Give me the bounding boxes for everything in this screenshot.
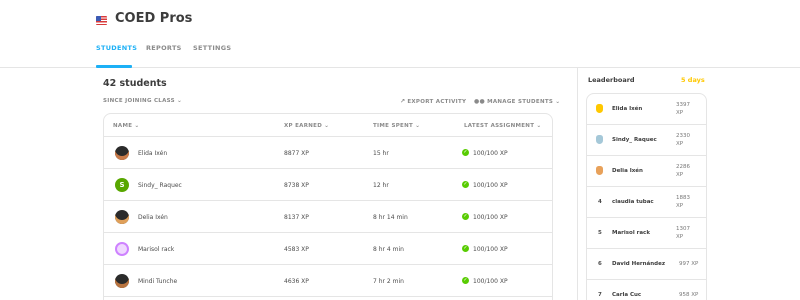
column-header-time[interactable]: TIME SPENT ⌄ xyxy=(373,123,420,129)
check-icon: ✓ xyxy=(462,245,469,252)
leaderboard-name: Sindy_ Raquec xyxy=(612,137,657,143)
gold-medal-icon xyxy=(596,104,603,113)
time-spent: 12 hr xyxy=(373,182,389,189)
xp-earned: 8137 XP xyxy=(284,214,309,221)
leaderboard-entry[interactable]: 6 David Hernández 997 XP xyxy=(587,249,706,280)
table-row[interactable]: Delia Ixén 8137 XP 8 hr 14 min ✓ 100/100… xyxy=(104,201,552,232)
avatar xyxy=(115,210,129,224)
check-icon: ✓ xyxy=(462,181,469,188)
us-flag-icon xyxy=(96,16,107,25)
silver-medal-icon xyxy=(596,135,603,144)
chevron-down-icon: ⌄ xyxy=(555,99,561,105)
leaderboard-xp: 2286 XP xyxy=(676,164,690,178)
student-name[interactable]: Mindi Tunche xyxy=(138,278,177,285)
leaderboard-name: David Hernández xyxy=(612,261,666,267)
leaderboard-entry[interactable]: 7 Carla Cuc 958 XP xyxy=(587,280,706,300)
xp-earned: 8738 XP xyxy=(284,182,309,189)
tab-reports[interactable]: REPORTS xyxy=(146,44,182,52)
active-tab-indicator xyxy=(96,65,132,68)
check-icon: ✓ xyxy=(462,213,469,220)
chevron-down-icon: ⌄ xyxy=(324,123,330,129)
student-name[interactable]: Marisol rack xyxy=(138,246,174,253)
leaderboard-name: claudia tubac xyxy=(612,199,654,205)
leaderboard-rank: 5 xyxy=(598,230,602,236)
leaderboard-xp: 1307 XP xyxy=(676,226,690,240)
time-spent: 15 hr xyxy=(373,150,389,157)
manage-students-button[interactable]: ●● MANAGE STUDENTS ⌄ xyxy=(474,98,560,105)
latest-assignment: 100/100 XP xyxy=(473,182,508,189)
column-header-name[interactable]: NAME ⌄ xyxy=(113,123,139,129)
export-activity-label: EXPORT ACTIVITY xyxy=(407,99,467,105)
table-row[interactable]: Mindi Tunche 4636 XP 7 hr 2 min ✓ 100/10… xyxy=(104,265,552,296)
avatar xyxy=(115,242,129,256)
xp-earned: 8877 XP xyxy=(284,150,309,157)
student-name[interactable]: Elida Ixén xyxy=(138,150,167,157)
column-header-assignment[interactable]: LATEST ASSIGNMENT ⌄ xyxy=(464,123,541,129)
student-count: 42 students xyxy=(103,78,167,89)
leaderboard-title: Leaderboard xyxy=(588,76,635,84)
class-title: COED Pros xyxy=(115,11,193,26)
divider xyxy=(104,296,552,297)
leaderboard-rank: 4 xyxy=(598,199,602,205)
xp-earned: 4636 XP xyxy=(284,278,309,285)
leaderboard-xp: 2330 XP xyxy=(676,133,690,147)
check-icon: ✓ xyxy=(462,149,469,156)
leaderboard-xp: 997 XP xyxy=(679,261,699,267)
leaderboard-entry[interactable]: 4 claudia tubac 1883 XP xyxy=(587,187,706,218)
chevron-down-icon: ⌄ xyxy=(177,98,183,104)
avatar xyxy=(115,274,129,288)
latest-assignment: 100/100 XP xyxy=(473,246,508,253)
bronze-medal-icon xyxy=(596,166,603,175)
students-table: NAME ⌄ XP EARNED ⌄ TIME SPENT ⌄ LATEST A… xyxy=(103,113,553,300)
student-name[interactable]: Delia Ixén xyxy=(138,214,168,221)
table-row[interactable]: S Sindy_ Raquec 8738 XP 12 hr ✓ 100/100 … xyxy=(104,169,552,200)
leaderboard-name: Elida Ixén xyxy=(612,106,643,112)
latest-assignment: 100/100 XP xyxy=(473,278,508,285)
tab-students[interactable]: STUDENTS xyxy=(96,44,137,52)
sidebar-divider xyxy=(577,68,578,300)
leaderboard-days: 5 days xyxy=(681,76,705,84)
leaderboard-list: Elida Ixén 3397 XP Sindy_ Raquec 2330 XP D… xyxy=(586,93,707,300)
since-joining-label: SINCE JOINING CLASS xyxy=(103,98,175,104)
time-spent: 8 hr 14 min xyxy=(373,214,408,221)
student-name[interactable]: Sindy_ Raquec xyxy=(138,182,182,189)
time-spent: 8 hr 4 min xyxy=(373,246,404,253)
latest-assignment: 100/100 XP xyxy=(473,214,508,221)
manage-students-label: MANAGE STUDENTS xyxy=(487,99,554,105)
chevron-down-icon: ⌄ xyxy=(536,123,542,129)
chevron-down-icon: ⌄ xyxy=(134,123,140,129)
class-header: COED Pros STUDENTS REPORTS SETTINGS xyxy=(0,0,800,68)
leaderboard-xp: 958 XP xyxy=(679,292,699,298)
leaderboard-entry[interactable]: 5 Marisol rack 1307 XP xyxy=(587,218,706,249)
table-row[interactable]: Elida Ixén 8877 XP 15 hr ✓ 100/100 XP xyxy=(104,137,552,168)
leaderboard-rank: 7 xyxy=(598,292,602,298)
leaderboard-entry[interactable]: Sindy_ Raquec 2330 XP xyxy=(587,125,706,156)
avatar: S xyxy=(115,178,129,192)
leaderboard-name: Marisol rack xyxy=(612,230,650,236)
leaderboard-name: Carla Cuc xyxy=(612,292,642,298)
leaderboard-name: Delia Ixén xyxy=(612,168,643,174)
leaderboard-xp: 3397 XP xyxy=(676,102,690,116)
column-header-xp[interactable]: XP EARNED ⌄ xyxy=(284,123,329,129)
export-icon: ↗ xyxy=(400,98,406,105)
avatar xyxy=(115,146,129,160)
tab-settings[interactable]: SETTINGS xyxy=(193,44,231,52)
export-activity-button[interactable]: ↗ EXPORT ACTIVITY xyxy=(400,98,466,105)
leaderboard-entry[interactable]: Delia Ixén 2286 XP xyxy=(587,156,706,187)
chevron-down-icon: ⌄ xyxy=(415,123,421,129)
time-spent: 7 hr 2 min xyxy=(373,278,404,285)
latest-assignment: 100/100 XP xyxy=(473,150,508,157)
leaderboard-entry[interactable]: Elida Ixén 3397 XP xyxy=(587,94,706,125)
leaderboard-rank: 6 xyxy=(598,261,602,267)
since-joining-dropdown[interactable]: SINCE JOINING CLASS ⌄ xyxy=(103,98,182,104)
xp-earned: 4583 XP xyxy=(284,246,309,253)
check-icon: ✓ xyxy=(462,277,469,284)
people-icon: ●● xyxy=(474,98,486,105)
table-row[interactable]: Marisol rack 4583 XP 8 hr 4 min ✓ 100/10… xyxy=(104,233,552,264)
leaderboard-xp: 1883 XP xyxy=(676,195,690,209)
